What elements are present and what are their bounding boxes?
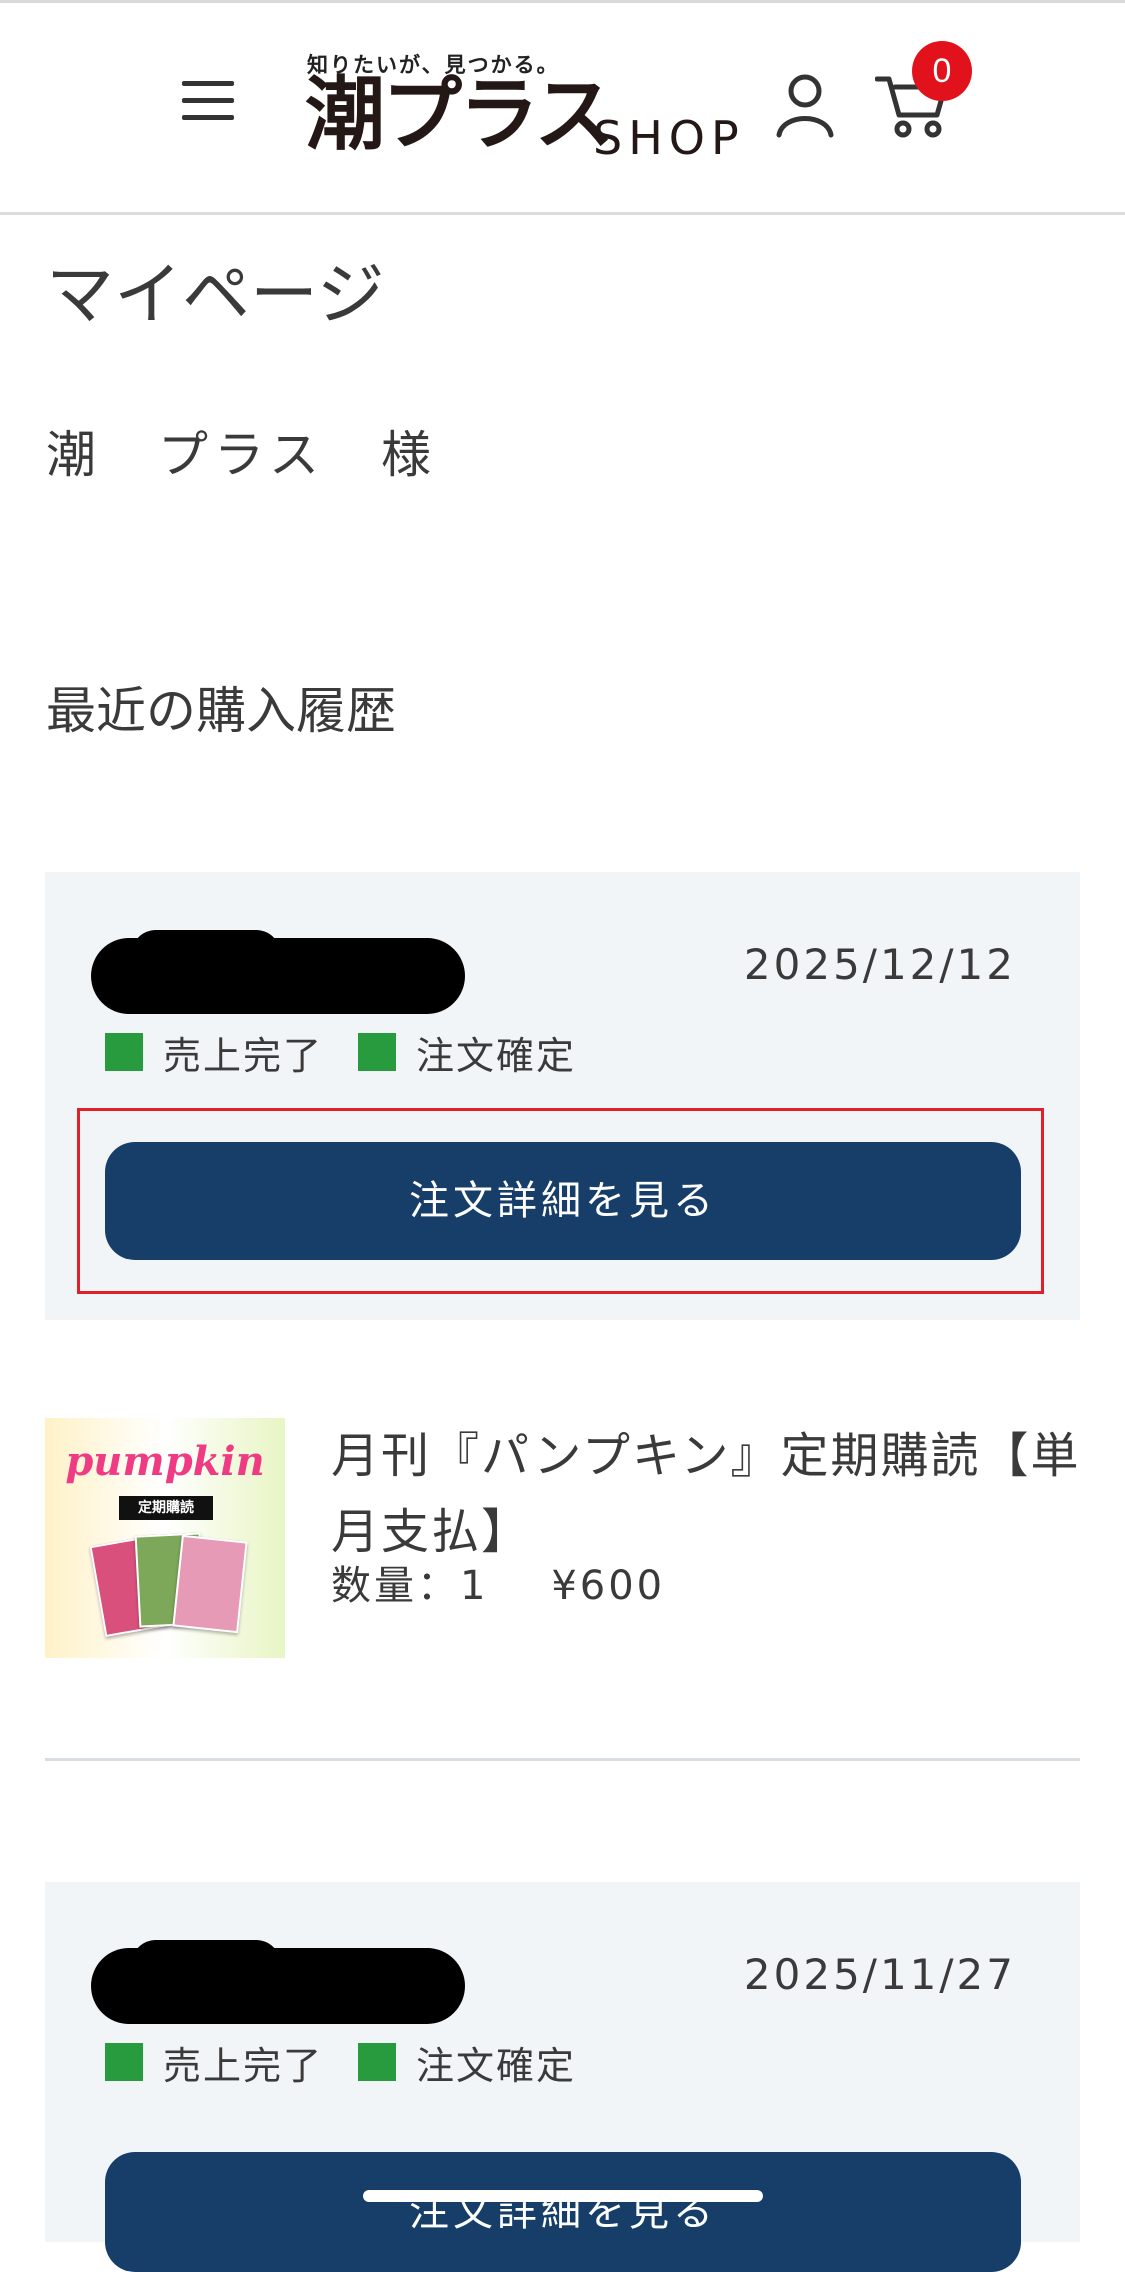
status-badge: 売上完了 (105, 1032, 323, 1078)
product-quantity: 数量：1 (331, 1563, 489, 1609)
status-badge: 売上完了 (105, 2042, 323, 2088)
divider (45, 1758, 1080, 1761)
product-name[interactable]: 月刊『パンプキン』定期購読【単月支払】 (331, 1418, 1091, 1570)
product-quantity-price: 数量：1 ¥600 (331, 1566, 665, 1606)
status-square-icon (105, 2043, 143, 2081)
status-label: 売上完了 (163, 2043, 324, 2088)
home-indicator[interactable] (363, 2190, 763, 2202)
product-thumbnail[interactable]: pumpkin 定期購読 (45, 1418, 285, 1658)
order-card: 2025/11/27 売上完了 注文確定 注文詳細を見る (45, 1882, 1080, 2272)
order-date: 2025/11/27 (743, 1950, 1016, 1999)
thumbnail-subtitle: 定期購読 (119, 1496, 213, 1520)
page-title: マイページ (46, 256, 385, 335)
user-icon[interactable] (775, 71, 835, 139)
logo-shop-text: SHOP (593, 111, 745, 165)
hamburger-menu-icon[interactable] (176, 75, 244, 127)
status-square-icon (358, 2043, 396, 2081)
order-card: 2025/12/12 売上完了 注文確定 注文詳細を見る (45, 872, 1080, 1320)
order-item[interactable]: pumpkin 定期購読 月刊『パンプキン』定期購読【単月支払】 数量：1 ¥6… (45, 1418, 1080, 1658)
site-header: 知りたいが、見つかる。 潮プラス SHOP 0 (0, 3, 1125, 215)
status-square-icon (358, 1033, 396, 1071)
section-title: 最近の購入履歴 (46, 682, 396, 740)
status-badge: 注文確定 (358, 1032, 576, 1078)
magazine-cover-image (172, 1534, 248, 1634)
status-label: 売上完了 (163, 1033, 324, 1078)
status-label: 注文確定 (416, 2043, 577, 2088)
redacted-order-number (91, 930, 465, 1014)
redacted-order-number (91, 1940, 465, 2024)
status-badge: 注文確定 (358, 2042, 576, 2088)
order-date: 2025/12/12 (743, 940, 1016, 989)
status-label: 注文確定 (416, 1033, 577, 1078)
status-square-icon (105, 1033, 143, 1071)
cart-count-badge: 0 (912, 41, 972, 101)
site-logo[interactable]: 知りたいが、見つかる。 潮プラス SHOP (305, 45, 765, 175)
thumbnail-title: pumpkin (65, 1438, 265, 1485)
logo-wordmark: 潮プラス (305, 68, 614, 161)
order-detail-button[interactable]: 注文詳細を見る (105, 2152, 1021, 2272)
product-price: ¥600 (551, 1563, 666, 1609)
user-name: 潮 プラス 様 (46, 426, 437, 484)
order-detail-button[interactable]: 注文詳細を見る (105, 1142, 1021, 1260)
